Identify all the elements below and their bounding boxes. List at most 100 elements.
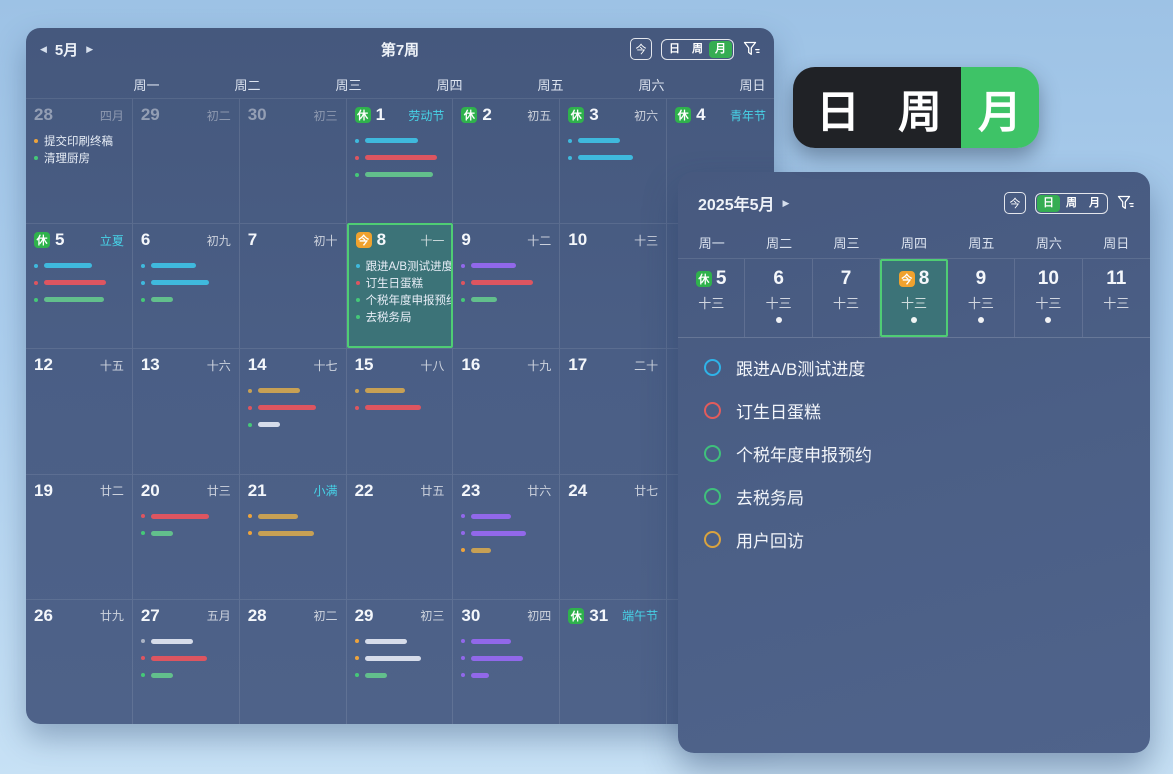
event-bar-item[interactable] xyxy=(461,525,551,542)
event-bar-item[interactable] xyxy=(141,667,231,684)
task-status-circle[interactable] xyxy=(704,359,721,376)
calendar-cell[interactable]: 9十二 xyxy=(453,223,560,348)
event-bar-item[interactable] xyxy=(355,132,445,149)
badge-view-option-week[interactable]: 周 xyxy=(879,67,961,148)
calendar-cell-today[interactable]: 今8十一跟进A/B测试进度订生日蛋糕个税年度申报预约去税务局 xyxy=(347,223,454,348)
event-bar-item[interactable] xyxy=(461,508,551,525)
calendar-cell[interactable]: 22廿五 xyxy=(347,474,454,599)
event-bar-item[interactable] xyxy=(355,399,445,416)
calendar-cell[interactable]: 26廿九 xyxy=(26,599,133,724)
calendar-cell[interactable]: 休2初五 xyxy=(453,98,560,223)
event-bar-item[interactable] xyxy=(461,274,551,291)
view-option-day[interactable]: 日 xyxy=(1037,195,1060,212)
week-day-cell[interactable]: 7十三 xyxy=(813,259,880,337)
week-day-cell[interactable]: 休5十三 xyxy=(678,259,745,337)
calendar-cell[interactable]: 28初二 xyxy=(240,599,347,724)
event-bar-item[interactable] xyxy=(248,382,338,399)
event-bar-item[interactable] xyxy=(141,257,231,274)
task-item[interactable]: 去税务局 xyxy=(704,475,1150,518)
event-item[interactable]: 跟进A/B测试进度 xyxy=(356,257,445,274)
event-item[interactable]: 个税年度申报预约 xyxy=(356,291,445,308)
task-status-circle[interactable] xyxy=(704,488,721,505)
calendar-cell[interactable]: 休31端午节 xyxy=(560,599,667,724)
week-day-cell[interactable]: 10十三 xyxy=(1015,259,1082,337)
week-day-cell[interactable]: 11十三 xyxy=(1083,259,1150,337)
event-bar-item[interactable] xyxy=(461,291,551,308)
calendar-cell[interactable]: 17二十 xyxy=(560,348,667,473)
view-option-month[interactable]: 月 xyxy=(709,41,732,58)
event-item[interactable]: 提交印刷终稿 xyxy=(34,132,124,149)
event-bar-item[interactable] xyxy=(355,667,445,684)
task-item[interactable]: 订生日蛋糕 xyxy=(704,389,1150,432)
view-option-day[interactable]: 日 xyxy=(663,41,686,58)
event-bar-item[interactable] xyxy=(461,650,551,667)
event-bar-item[interactable] xyxy=(248,399,338,416)
calendar-cell[interactable]: 21小满 xyxy=(240,474,347,599)
event-item[interactable]: 清理厨房 xyxy=(34,149,124,166)
event-bar-item[interactable] xyxy=(568,132,658,149)
event-bar-item[interactable] xyxy=(34,291,124,308)
event-bar-item[interactable] xyxy=(248,508,338,525)
event-bar-item[interactable] xyxy=(34,274,124,291)
calendar-cell[interactable]: 13十六 xyxy=(133,348,240,473)
calendar-cell[interactable]: 23廿六 xyxy=(453,474,560,599)
event-bar-item[interactable] xyxy=(355,166,445,183)
event-bar-item[interactable] xyxy=(248,525,338,542)
calendar-cell[interactable]: 12十五 xyxy=(26,348,133,473)
calendar-cell[interactable]: 14十七 xyxy=(240,348,347,473)
calendar-cell[interactable]: 20廿三 xyxy=(133,474,240,599)
event-item[interactable]: 订生日蛋糕 xyxy=(356,274,445,291)
calendar-cell[interactable]: 19廿二 xyxy=(26,474,133,599)
task-item[interactable]: 用户回访 xyxy=(704,518,1150,561)
badge-view-option-month[interactable]: 月 xyxy=(961,67,1039,148)
task-status-circle[interactable] xyxy=(704,402,721,419)
task-status-circle[interactable] xyxy=(704,531,721,548)
calendar-cell[interactable]: 29初二 xyxy=(133,98,240,223)
calendar-cell[interactable]: 休1劳动节 xyxy=(347,98,454,223)
back-to-today-icon[interactable]: 今 xyxy=(630,38,652,60)
event-bar-item[interactable] xyxy=(461,257,551,274)
event-bar-item[interactable] xyxy=(141,525,231,542)
week-day-cell[interactable]: 6十三 xyxy=(745,259,812,337)
event-bar-item[interactable] xyxy=(461,542,551,559)
event-bar-item[interactable] xyxy=(141,650,231,667)
week-day-cell[interactable]: 9十三 xyxy=(948,259,1015,337)
next-month-arrow-icon[interactable]: ▶ xyxy=(783,198,790,209)
week-day-cell-today[interactable]: 今8十三 xyxy=(880,259,947,337)
calendar-cell[interactable]: 27五月 xyxy=(133,599,240,724)
calendar-cell[interactable]: 30初三 xyxy=(240,98,347,223)
view-option-month[interactable]: 月 xyxy=(1083,195,1106,212)
calendar-cell[interactable]: 休3初六 xyxy=(560,98,667,223)
view-option-week[interactable]: 周 xyxy=(686,41,709,58)
task-status-circle[interactable] xyxy=(704,445,721,462)
prev-month-arrow-icon[interactable]: ◀ xyxy=(40,44,47,55)
event-bar-item[interactable] xyxy=(141,291,231,308)
calendar-cell[interactable]: 7初十 xyxy=(240,223,347,348)
calendar-cell[interactable]: 15十八 xyxy=(347,348,454,473)
event-bar-item[interactable] xyxy=(568,149,658,166)
calendar-cell[interactable]: 6初九 xyxy=(133,223,240,348)
event-bar-item[interactable] xyxy=(355,149,445,166)
event-item[interactable]: 去税务局 xyxy=(356,308,445,325)
task-item[interactable]: 个税年度申报预约 xyxy=(704,432,1150,475)
view-option-week[interactable]: 周 xyxy=(1060,195,1083,212)
event-bar-item[interactable] xyxy=(355,633,445,650)
event-bar-item[interactable] xyxy=(355,382,445,399)
calendar-cell[interactable]: 30初四 xyxy=(453,599,560,724)
event-bar-item[interactable] xyxy=(141,633,231,650)
back-to-today-icon[interactable]: 今 xyxy=(1004,192,1026,214)
event-bar-item[interactable] xyxy=(248,416,338,433)
filter-icon[interactable] xyxy=(743,41,760,57)
calendar-cell[interactable]: 休5立夏 xyxy=(26,223,133,348)
event-bar-item[interactable] xyxy=(355,650,445,667)
event-bar-item[interactable] xyxy=(461,667,551,684)
calendar-cell[interactable]: 10十三 xyxy=(560,223,667,348)
calendar-cell[interactable]: 16十九 xyxy=(453,348,560,473)
filter-icon[interactable] xyxy=(1117,195,1134,211)
event-bar-item[interactable] xyxy=(34,257,124,274)
calendar-cell[interactable]: 28四月提交印刷终稿清理厨房 xyxy=(26,98,133,223)
badge-view-option-day[interactable]: 日 xyxy=(793,67,879,148)
next-month-arrow-icon[interactable]: ▶ xyxy=(86,44,93,55)
event-bar-item[interactable] xyxy=(141,274,231,291)
calendar-cell[interactable]: 24廿七 xyxy=(560,474,667,599)
